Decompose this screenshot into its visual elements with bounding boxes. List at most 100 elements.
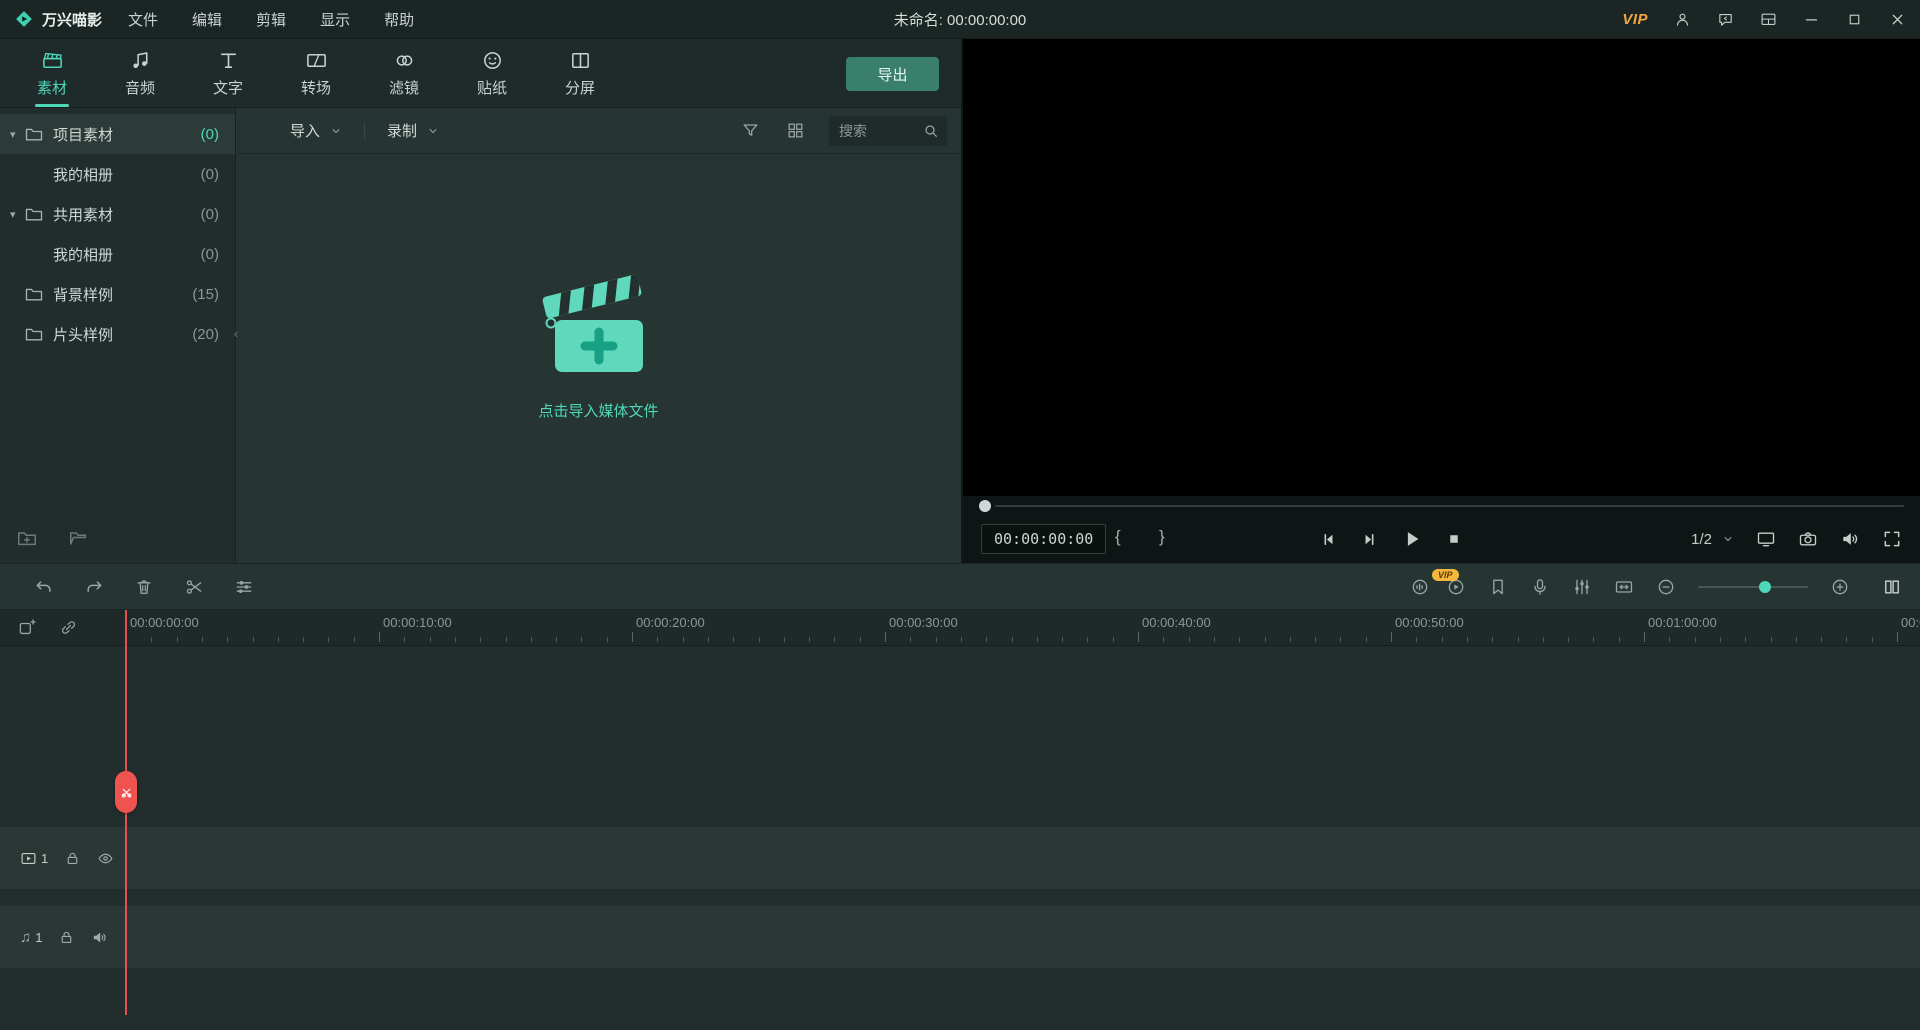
current-timecode: 00:00:00:00 xyxy=(981,524,1106,554)
record-dropdown[interactable]: 录制 xyxy=(387,120,439,141)
sidebar-item-my-album-1[interactable]: 我的相册 (0) xyxy=(0,154,235,194)
timeline-corner-tools xyxy=(0,610,118,646)
vip-membership-button[interactable]: VIP xyxy=(1622,11,1648,28)
folder-icon xyxy=(24,124,44,144)
media-tab-icon xyxy=(41,49,64,72)
menu-file[interactable]: 文件 xyxy=(128,9,158,30)
snap-link-icon[interactable] xyxy=(59,618,78,637)
video-track[interactable]: 1 xyxy=(0,827,1920,889)
playhead-handle[interactable] xyxy=(115,771,137,813)
folder-icon xyxy=(24,324,44,344)
properties-adjust-icon[interactable] xyxy=(234,577,254,597)
zoom-out-icon[interactable] xyxy=(1656,577,1676,597)
chevron-down-icon xyxy=(427,125,439,137)
feedback-icon[interactable] xyxy=(1717,11,1734,28)
play-icon[interactable] xyxy=(1401,528,1423,550)
menu-help[interactable]: 帮助 xyxy=(384,9,414,30)
new-folder-icon[interactable] xyxy=(16,527,38,549)
preview-panel: 00:00:00:00 { } 1/2 xyxy=(961,39,1920,563)
search-input[interactable] xyxy=(839,123,923,139)
toggle-visibility-eye-icon[interactable] xyxy=(97,850,114,867)
sidebar-item-my-album-2[interactable]: 我的相册 (0) xyxy=(0,234,235,274)
layout-mode-icon[interactable] xyxy=(1760,11,1777,28)
tab-transition[interactable]: 转场 xyxy=(272,39,360,107)
grid-view-icon[interactable] xyxy=(786,121,805,140)
timeline-tracks-area[interactable]: 1 ♫ 1 xyxy=(0,646,1920,1030)
sidebar-item-label: 片头样例 xyxy=(53,324,192,345)
next-frame-icon[interactable] xyxy=(1360,530,1379,549)
marker-icon[interactable] xyxy=(1488,577,1508,597)
lock-track-icon[interactable] xyxy=(64,850,81,867)
tab-splitscreen[interactable]: 分屏 xyxy=(536,39,624,107)
tab-sticker[interactable]: 贴纸 xyxy=(448,39,536,107)
previous-frame-icon[interactable] xyxy=(1319,530,1338,549)
zoom-in-icon[interactable] xyxy=(1830,577,1850,597)
minimize-icon[interactable] xyxy=(1803,11,1820,28)
maximize-icon[interactable] xyxy=(1846,11,1863,28)
tab-filter[interactable]: 滤镜 xyxy=(360,39,448,107)
delete-trash-icon[interactable] xyxy=(134,577,154,597)
scrubber-knob[interactable] xyxy=(979,500,991,512)
tab-audio[interactable]: 音频 xyxy=(96,39,184,107)
audio-track[interactable]: ♫ 1 xyxy=(0,906,1920,968)
preview-quality-dropdown[interactable]: 1/2 xyxy=(1691,531,1734,548)
filter-funnel-icon[interactable] xyxy=(741,121,760,140)
import-hint-text[interactable]: 点击导入媒体文件 xyxy=(538,400,658,421)
filter-tab-icon xyxy=(393,49,416,72)
transition-tab-icon xyxy=(305,49,328,72)
undo-icon[interactable] xyxy=(34,577,54,597)
open-folder-icon[interactable] xyxy=(68,527,90,549)
record-label: 录制 xyxy=(387,120,417,141)
tab-text[interactable]: 文字 xyxy=(184,39,272,107)
import-dropdown[interactable]: 导入 xyxy=(290,120,342,141)
audio-tab-icon xyxy=(129,49,152,72)
vip-badge: VIP xyxy=(1432,569,1459,581)
fullscreen-icon[interactable] xyxy=(1882,529,1902,549)
sidebar-item-label: 我的相册 xyxy=(53,164,201,185)
item-count: (0) xyxy=(201,206,219,223)
sidebar-collapse-handle[interactable]: ‹ xyxy=(230,316,242,350)
timeline-ruler-scale[interactable]: 00:00:00:0000:00:10:0000:00:20:0000:00:3… xyxy=(0,610,1920,646)
sidebar-item-project-media[interactable]: ▾ 项目素材 (0) xyxy=(0,114,235,154)
menu-clip[interactable]: 剪辑 xyxy=(256,9,286,30)
mark-in-button[interactable]: { xyxy=(1115,527,1121,547)
redo-icon[interactable] xyxy=(84,577,104,597)
voiceover-mic-icon[interactable] xyxy=(1530,577,1550,597)
timeline-zoom-slider[interactable] xyxy=(1698,580,1808,594)
mute-speaker-icon[interactable] xyxy=(91,929,108,946)
sidebar-item-shared-media[interactable]: ▾ 共用素材 (0) xyxy=(0,194,235,234)
search-icon[interactable] xyxy=(923,123,939,139)
split-scissors-icon[interactable] xyxy=(184,577,204,597)
mark-out-button[interactable]: } xyxy=(1159,527,1165,547)
empty-media-state[interactable]: 点击导入媒体文件 xyxy=(236,154,961,563)
playhead-line[interactable] xyxy=(125,610,127,1015)
speech-to-text-icon[interactable] xyxy=(1410,577,1430,597)
lock-track-icon[interactable] xyxy=(58,929,75,946)
sidebar-item-background-samples[interactable]: 背景样例 (15) xyxy=(0,274,235,314)
menu-edit[interactable]: 编辑 xyxy=(192,9,222,30)
zoom-slider-knob[interactable] xyxy=(1759,581,1771,593)
app-name: 万兴喵影 xyxy=(42,9,102,30)
stop-icon[interactable] xyxy=(1445,530,1463,548)
audio-mixer-icon[interactable] xyxy=(1572,577,1592,597)
sidebar-item-intro-samples[interactable]: 片头样例 (20) xyxy=(0,314,235,354)
panel-layout-toggle-icon[interactable] xyxy=(1882,577,1902,597)
close-icon[interactable] xyxy=(1889,11,1906,28)
menu-view[interactable]: 显示 xyxy=(320,9,350,30)
snapshot-camera-icon[interactable] xyxy=(1798,529,1818,549)
export-button[interactable]: 导出 xyxy=(846,57,939,91)
scrubber-track[interactable] xyxy=(995,505,1904,507)
tab-label: 贴纸 xyxy=(477,77,507,98)
add-to-track-icon[interactable] xyxy=(18,618,37,637)
media-browser: 导入 录制 xyxy=(236,108,961,563)
track-size-icon[interactable] xyxy=(1614,577,1634,597)
video-track-number: 1 xyxy=(41,851,48,866)
tab-media[interactable]: 素材 xyxy=(8,39,96,107)
expand-arrow-icon[interactable]: ▾ xyxy=(10,128,24,141)
secondary-display-icon[interactable] xyxy=(1756,529,1776,549)
clapperboard-import-icon[interactable] xyxy=(539,266,659,384)
expand-arrow-icon[interactable]: ▾ xyxy=(10,208,24,221)
account-icon[interactable] xyxy=(1674,11,1691,28)
volume-speaker-icon[interactable] xyxy=(1840,529,1860,549)
video-viewport[interactable] xyxy=(963,39,1920,496)
